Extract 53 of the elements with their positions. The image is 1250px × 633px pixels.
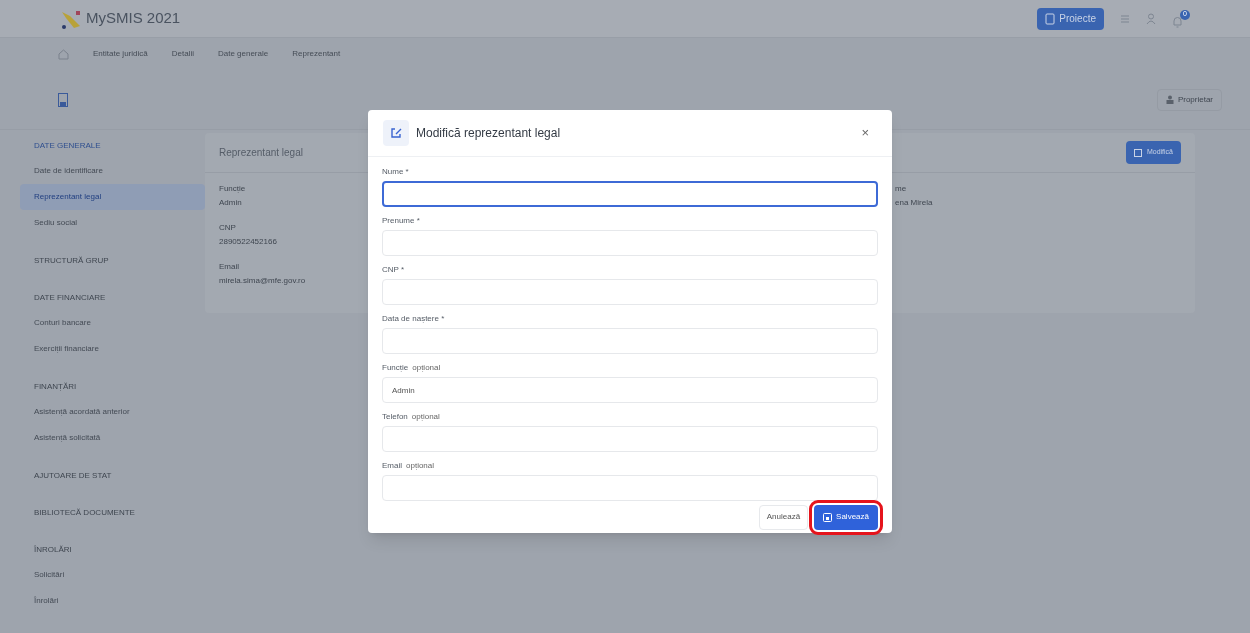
- sidebar-section[interactable]: AJUTOARE DE STAT: [20, 464, 205, 488]
- sidebar-item[interactable]: Reprezentant legal: [20, 184, 205, 210]
- breadcrumb-link[interactable]: Entitate juridică: [93, 48, 148, 60]
- app-title: MySMIS 2021: [86, 8, 181, 29]
- field-label: Funcție opțional: [382, 362, 442, 374]
- field-value: Admin: [219, 197, 242, 209]
- sidebar-section[interactable]: DATE GENERALE: [20, 134, 205, 158]
- field-label: Email opțional: [382, 460, 436, 472]
- edit-icon: [383, 120, 409, 146]
- save-icon: [823, 512, 833, 522]
- input-field[interactable]: [382, 181, 878, 207]
- field-label: Email: [219, 261, 239, 273]
- sidebar-item[interactable]: Înrolări: [20, 588, 205, 614]
- document-icon: [1045, 12, 1056, 25]
- user-icon: [1165, 95, 1174, 104]
- sidebar-section[interactable]: FINANȚĂRI: [20, 375, 205, 399]
- field-label: Telefon opțional: [382, 411, 441, 423]
- sidebar-section[interactable]: STRUCTURĂ GRUP: [20, 249, 205, 273]
- sidebar-item[interactable]: Asistență acordată anterior: [20, 399, 205, 425]
- field-label: Nume *: [382, 166, 410, 178]
- sidebar-item[interactable]: Sediu social: [20, 210, 205, 236]
- sidebar-section[interactable]: BIBLIOTECĂ DOCUMENTE: [20, 501, 205, 525]
- sidebar-item[interactable]: Date de identificare: [20, 158, 205, 184]
- user-icon[interactable]: [1146, 12, 1156, 25]
- dialog-title: Modifică reprezentant legal: [416, 125, 561, 142]
- sidebar-item[interactable]: Asistență solicitată: [20, 425, 205, 451]
- input-field[interactable]: Admin: [382, 377, 878, 403]
- building-icon: [58, 92, 68, 107]
- sidebar-item[interactable]: Conturi bancare: [20, 310, 205, 336]
- breadcrumb-link[interactable]: Date generale: [217, 48, 269, 60]
- card-title: Reprezentant legal: [219, 146, 303, 160]
- field-label: Funcție: [219, 183, 246, 195]
- field-label: me: [895, 183, 907, 195]
- field-value: ena Mirela: [895, 197, 933, 209]
- cancel-button[interactable]: Anulează: [758, 504, 809, 530]
- sidebar-section[interactable]: ÎNROLĂRI: [20, 538, 205, 562]
- home-icon[interactable]: [58, 48, 69, 60]
- owner-button[interactable]: Proprietar: [1156, 88, 1222, 111]
- field-label: Prenume *: [382, 215, 421, 227]
- field-label: CNP *: [382, 264, 406, 276]
- close-button[interactable]: ×: [853, 123, 877, 143]
- field-value: mirela.sima@mfe.gov.ro: [219, 275, 306, 287]
- projects-button[interactable]: Proiecte: [1037, 7, 1104, 30]
- sidebar-item[interactable]: Exerciții financiare: [20, 336, 205, 362]
- breadcrumb-link[interactable]: Reprezentant: [292, 48, 341, 60]
- edit-icon: [1133, 148, 1143, 157]
- sidebar-item[interactable]: Solicitări: [20, 562, 205, 588]
- sidebar-section[interactable]: DATE FINANCIARE: [20, 286, 205, 310]
- bell-icon[interactable]: [1172, 15, 1183, 28]
- field-label: CNP: [219, 222, 236, 234]
- breadcrumb-link[interactable]: Detalii: [171, 48, 194, 60]
- field-label: Data de naștere *: [382, 313, 446, 325]
- field-value: 2890522452166: [219, 236, 277, 248]
